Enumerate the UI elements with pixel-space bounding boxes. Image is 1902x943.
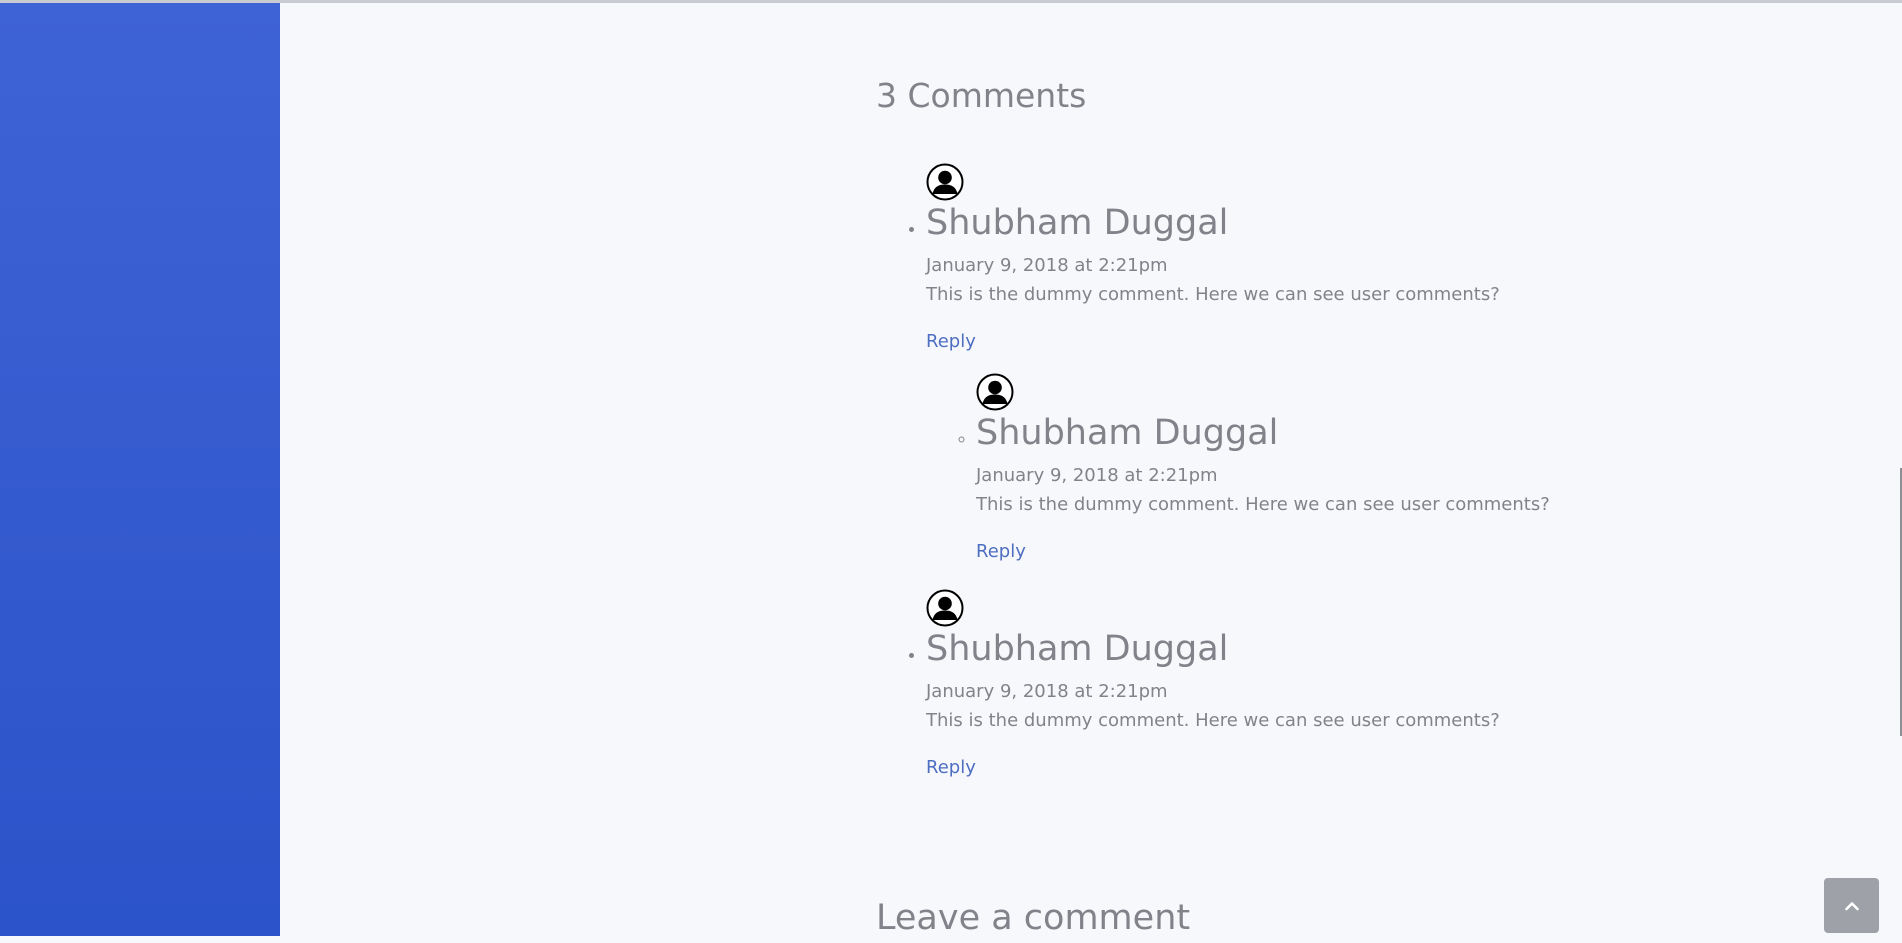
- scroll-to-top-button[interactable]: [1824, 878, 1879, 933]
- comment-children: Shubham Duggal January 9, 2018 at 2:21pm…: [926, 373, 1776, 565]
- comment-author: Shubham Duggal: [976, 413, 1279, 453]
- comment-author: Shubham Duggal: [926, 203, 1229, 243]
- list-item: Shubham Duggal January 9, 2018 at 2:21pm…: [926, 163, 1776, 565]
- comment-text: This is the dummy comment. Here we can s…: [926, 710, 1500, 731]
- user-silhouette-icon: [926, 589, 964, 627]
- list-item: Shubham Duggal January 9, 2018 at 2:21pm…: [976, 373, 1776, 565]
- reply-link[interactable]: Reply: [976, 539, 1026, 565]
- comments-title: 3 Comments: [876, 76, 1087, 115]
- comment-list: Shubham Duggal January 9, 2018 at 2:21pm…: [876, 163, 1776, 781]
- chevron-up-icon: [1844, 901, 1859, 910]
- comment-date: January 9, 2018 at 2:21pm: [926, 255, 1168, 276]
- comment-text: This is the dummy comment. Here we can s…: [976, 494, 1550, 515]
- top-border: [0, 0, 1902, 3]
- comment-date: January 9, 2018 at 2:21pm: [926, 681, 1168, 702]
- user-silhouette-icon: [976, 373, 1014, 411]
- comment-author: Shubham Duggal: [926, 629, 1229, 669]
- sidebar: [0, 3, 280, 936]
- comment-text: This is the dummy comment. Here we can s…: [926, 284, 1500, 305]
- reply-link[interactable]: Reply: [926, 329, 976, 355]
- user-silhouette-icon: [926, 163, 964, 201]
- list-item: Shubham Duggal January 9, 2018 at 2:21pm…: [926, 589, 1776, 781]
- main-content: 3 Comments Shubham Duggal January 9, 201…: [280, 3, 1902, 938]
- comment-date: January 9, 2018 at 2:21pm: [976, 465, 1218, 486]
- reply-link[interactable]: Reply: [926, 755, 976, 781]
- comments-area: 3 Comments Shubham Duggal January 9, 201…: [876, 71, 1776, 938]
